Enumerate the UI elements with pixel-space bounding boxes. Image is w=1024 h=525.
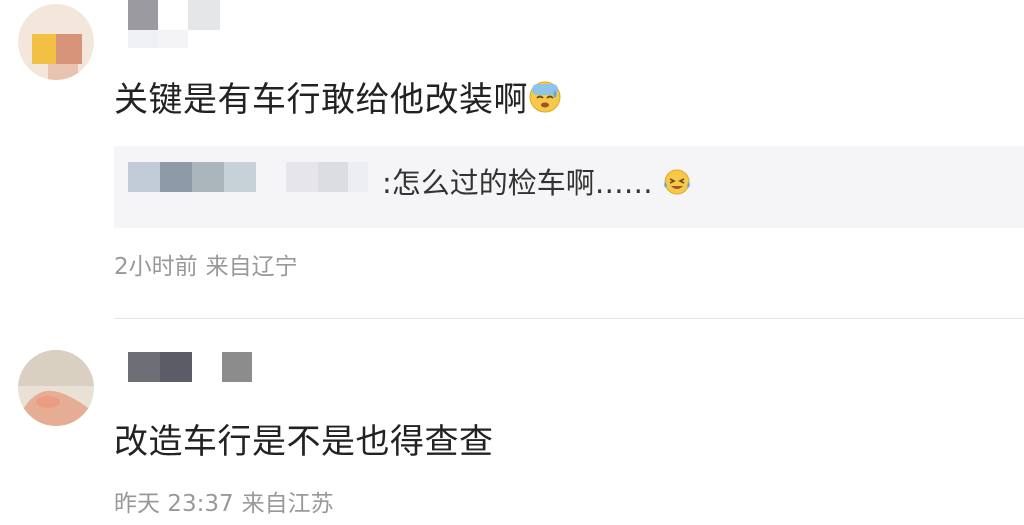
comment-meta: 昨天 23:37 来自江苏	[114, 490, 342, 518]
comment-text-content: 改造车行是不是也得查查	[114, 422, 494, 462]
comment-time: 昨天 23:37	[114, 491, 234, 517]
quoted-username-blurred[interactable]	[128, 162, 368, 192]
comment-item: 关键是有车行敢给他改装啊 :怎么过的检车啊…… 2小时前 来自辽宁	[0, 0, 1024, 300]
reply-quote-text: :怎么过的检车啊……	[382, 166, 692, 204]
comment-time: 2小时前	[114, 254, 198, 280]
username-blurred[interactable]	[128, 352, 252, 382]
avatar[interactable]	[18, 350, 94, 426]
avatar[interactable]	[18, 4, 94, 80]
laughing-crying-emoji-icon	[662, 167, 692, 204]
comment-divider	[114, 318, 1024, 319]
comment-text-content: 关键是有车行敢给他改装啊	[114, 80, 528, 120]
reply-quote-content: :怎么过的检车啊……	[382, 166, 653, 200]
comment-location: 来自江苏	[241, 491, 334, 517]
username-blurred-sub	[128, 30, 188, 48]
reply-quote[interactable]: :怎么过的检车啊……	[114, 146, 1024, 228]
username-blurred[interactable]	[128, 0, 220, 30]
comment-text: 改造车行是不是也得查查	[114, 422, 494, 462]
cold-sweat-emoji-icon	[528, 80, 562, 123]
comment-meta: 2小时前 来自辽宁	[114, 253, 306, 281]
comment-text: 关键是有车行敢给他改装啊	[114, 80, 562, 123]
comment-location: 来自辽宁	[205, 254, 298, 280]
